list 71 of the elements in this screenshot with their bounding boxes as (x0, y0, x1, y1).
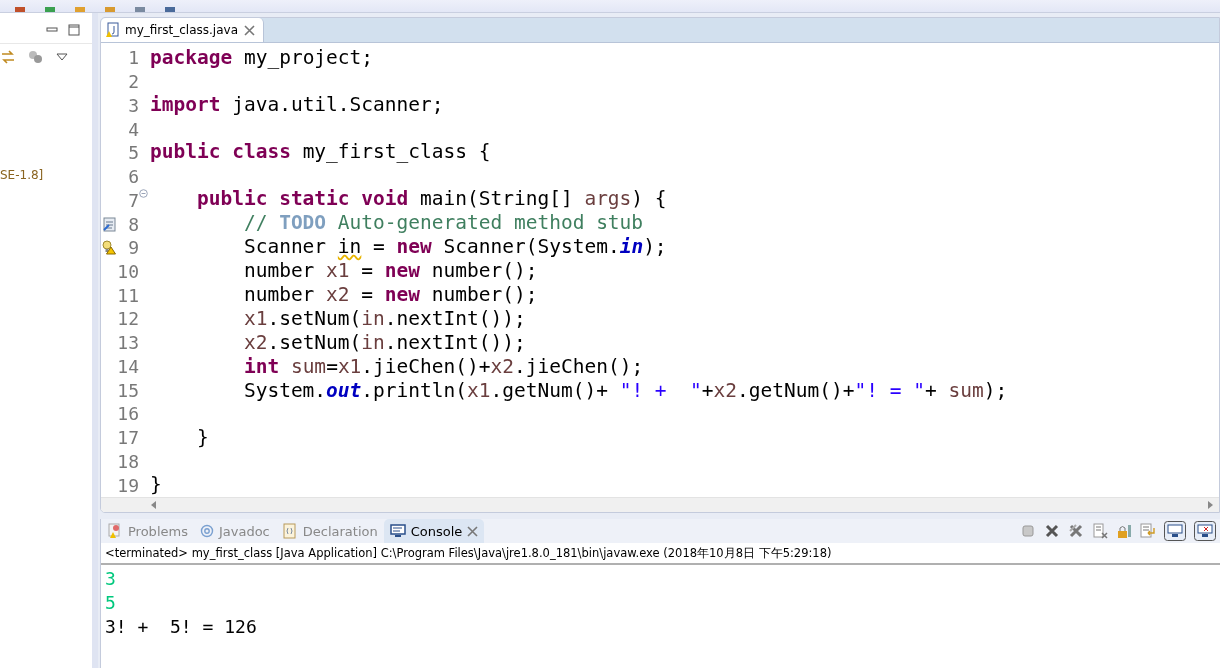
word-wrap-icon[interactable] (1140, 523, 1156, 539)
view-menu-icon[interactable] (56, 52, 68, 62)
toolbar-icon[interactable] (14, 7, 26, 12)
line-number: 4 (127, 118, 139, 140)
editor-tab[interactable]: my_first_class.java (101, 18, 264, 42)
declaration-icon[interactable] (281, 523, 298, 539)
toolbar-icon[interactable] (134, 7, 146, 12)
lock-icon[interactable] (1116, 523, 1132, 539)
console-header: <terminated> my_first_class [Java Application] C:\Program Files\Java\jre1.8.0_181\bin\javaw.exe (2018年10月8日 下午5:29:18) (101, 543, 1220, 565)
line-number: 5 (127, 142, 139, 164)
remove-icon[interactable] (1044, 523, 1060, 539)
view-tab[interactable]: Problems (101, 519, 194, 543)
java-file-icon[interactable] (105, 22, 119, 38)
scroll-left-icon[interactable] (151, 501, 157, 509)
code-line: public static void main(String[] args) { (195, 187, 668, 211)
line-number: 11 (117, 284, 139, 306)
code-line: System.out.println(x1.getNum()+ "! + "+x2.getNum()+"! = "+ sum); (242, 379, 1009, 403)
close-icon[interactable] (467, 525, 479, 537)
project-label: SE-1.8] (0, 168, 45, 182)
console-line: 5 (105, 591, 117, 615)
code-line: import java.util.Scanner; (150, 93, 445, 117)
code-line: number x2 = new number(); (242, 283, 539, 307)
maximize-icon[interactable] (68, 24, 80, 36)
fold-icon[interactable] (139, 189, 148, 199)
line-number: 8 (127, 213, 139, 235)
code-line: x2.setNum(in.nextInt()); (242, 331, 527, 355)
line-number: 9 (127, 237, 139, 259)
view-tab[interactable]: Javadoc (193, 519, 276, 543)
code-line: } (150, 473, 163, 497)
remove-all-icon[interactable] (1068, 523, 1084, 539)
toolbar-icon[interactable] (164, 7, 176, 12)
toolbar-icon[interactable] (104, 7, 116, 12)
code-line: number x1 = new number(); (242, 259, 539, 283)
line-number: 6 (127, 166, 139, 188)
link-icon[interactable] (0, 49, 16, 65)
line-number: 10 (117, 260, 139, 282)
line-number: 17 (117, 427, 139, 449)
line-number: 1 (127, 47, 139, 69)
code-line: public class my_first_class { (150, 140, 492, 164)
console-icon[interactable] (389, 523, 406, 539)
toolbar-icon[interactable] (44, 7, 56, 12)
clear-console-icon[interactable] (1092, 523, 1108, 539)
view-tab[interactable]: Console (383, 519, 485, 543)
line-number: 18 (117, 450, 139, 472)
console-line: 3 (105, 567, 117, 591)
code-line: } (195, 426, 210, 450)
console-icon[interactable] (1194, 521, 1216, 541)
task-icon (102, 216, 116, 232)
scroll-right-icon[interactable] (1207, 501, 1213, 509)
warning-icon (102, 240, 116, 256)
stop-icon[interactable] (1020, 523, 1036, 539)
line-number: 19 (117, 474, 139, 496)
code-line: // TODO Auto-generated method stub (242, 211, 645, 235)
code-line: int sum=x1.jieChen()+x2.jieChen(); (242, 355, 645, 379)
code-line: x1.setNum(in.nextInt()); (242, 307, 527, 331)
console-icon[interactable] (1164, 521, 1186, 541)
console-line: 3! + 5! = 126 (105, 615, 258, 639)
line-number: 14 (117, 355, 139, 377)
problems-icon[interactable] (107, 523, 123, 539)
line-number: 2 (127, 71, 139, 93)
line-number: 15 (117, 379, 139, 401)
toolbar-icon[interactable] (74, 7, 86, 12)
line-number: 13 (117, 332, 139, 354)
line-number: 12 (117, 308, 139, 330)
line-number: 7 (127, 189, 139, 211)
line-number: 3 (127, 94, 139, 116)
view-tab[interactable]: Declaration (275, 519, 384, 543)
line-number: 16 (117, 403, 139, 425)
close-icon[interactable] (244, 24, 255, 36)
code-line: package my_project; (150, 46, 375, 70)
code-line: Scanner in = new Scanner(System.in); (242, 235, 668, 259)
